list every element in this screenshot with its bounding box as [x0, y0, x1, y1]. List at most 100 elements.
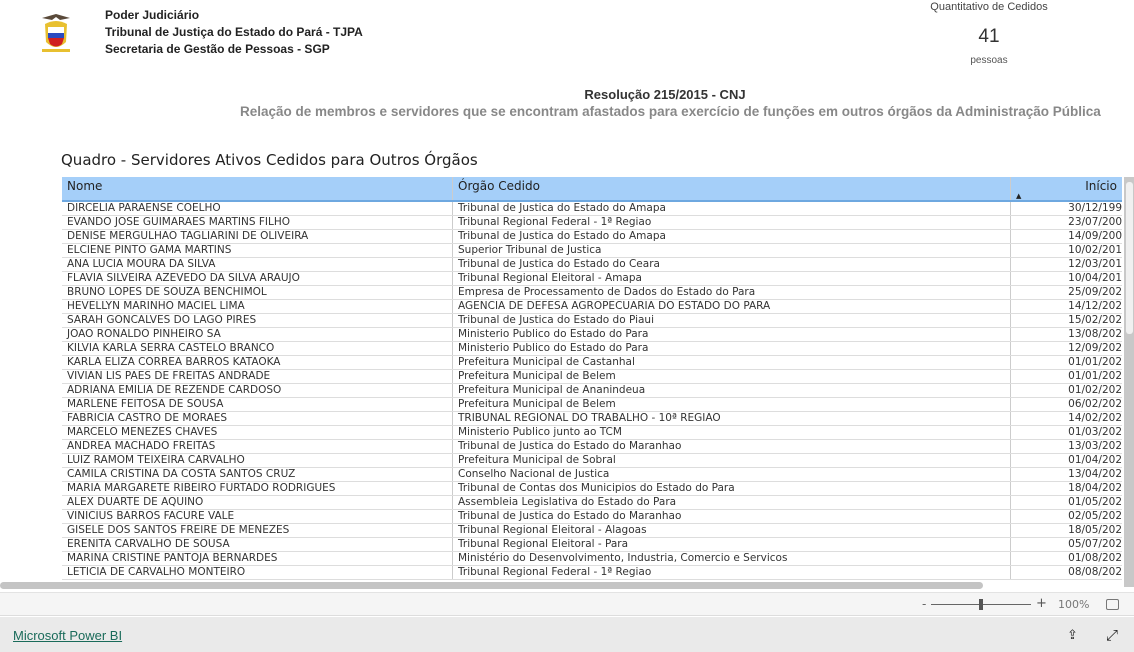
card-value: 41: [978, 26, 1000, 47]
cell-inicio: 01/03/202: [1010, 426, 1122, 439]
cell-nome: GISELE DOS SANTOS FREIRE DE MENEZES: [67, 524, 290, 536]
cell-inicio: 01/08/202: [1010, 552, 1122, 565]
cell-inicio: 02/05/202: [1010, 510, 1122, 523]
table-row[interactable]: LETICIA DE CARVALHO MONTEIRO Tribunal Reg…: [62, 566, 1122, 580]
cell-orgao: Prefeitura Municipal de Ananindeua: [452, 384, 1010, 397]
vertical-scroll-thumb[interactable]: [1126, 182, 1133, 334]
cell-nome: MARCELO MENEZES CHAVES: [67, 426, 218, 438]
cell-inicio: 06/02/202: [1010, 398, 1122, 411]
table-row[interactable]: DENISE MERGULHAO TAGLIARINI DE OLIVEIRA T…: [62, 230, 1122, 244]
cell-orgao: Tribunal Regional Federal - 1ª Regiao: [452, 216, 1010, 229]
cell-inicio: 13/08/202: [1010, 328, 1122, 341]
cell-orgao: Tribunal de Justica do Estado do Ceara: [452, 258, 1010, 271]
table-row[interactable]: EVANDO JOSE GUIMARAES MARTINS FILHO Tribu…: [62, 216, 1122, 230]
cell-orgao: Superior Tribunal de Justica: [452, 244, 1010, 257]
cell-nome: FABRICIA CASTRO DE MORAES: [67, 412, 228, 424]
table-body: DIRCELIA PARAENSE COELHO Tribunal de Just…: [62, 202, 1122, 580]
org-line: Secretaria de Gestão de Pessoas - SGP: [105, 42, 330, 56]
table-row[interactable]: ERENITA CARVALHO DE SOUSA Tribunal Region…: [62, 538, 1122, 552]
table-row[interactable]: MARCELO MENEZES CHAVES Ministerio Publico…: [62, 426, 1122, 440]
cell-inicio: 10/04/201: [1010, 272, 1122, 285]
cell-orgao: Empresa de Processamento de Dados do Est…: [452, 286, 1010, 299]
zoom-in-button[interactable]: +: [1036, 596, 1047, 611]
cell-inicio: 14/02/202: [1010, 412, 1122, 425]
table-row[interactable]: LUIZ RAMOM TEIXEIRA CARVALHO Prefeitura M…: [62, 454, 1122, 468]
cell-nome: EVANDO JOSE GUIMARAES MARTINS FILHO: [67, 216, 291, 228]
fullscreen-icon[interactable]: ⤢: [1106, 626, 1118, 644]
card-title: Quantitativo de Cedidos: [930, 1, 1048, 13]
cell-orgao: Ministerio Publico do Estado do Para: [452, 328, 1010, 341]
cell-inicio: 18/05/202: [1010, 524, 1122, 537]
cell-orgao: Prefeitura Municipal de Belem: [452, 398, 1010, 411]
power-bi-link[interactable]: Microsoft Power BI: [13, 628, 122, 643]
horizontal-scrollbar[interactable]: [0, 582, 983, 589]
table-row[interactable]: ALEX DUARTE DE AQUINO Assembleia Legislat…: [62, 496, 1122, 510]
table-row[interactable]: SARAH GONCALVES DO LAGO PIRES Tribunal de…: [62, 314, 1122, 328]
cell-orgao: Tribunal de Justica do Estado do Piaui: [452, 314, 1010, 327]
table-row[interactable]: VIVIAN LIS PAES DE FREITAS ANDRADE Prefei…: [62, 370, 1122, 384]
table-row[interactable]: MARLENE FEITOSA DE SOUSA Prefeitura Munic…: [62, 398, 1122, 412]
cell-inicio: 25/09/202: [1010, 286, 1122, 299]
table-row[interactable]: FABRICIA CASTRO DE MORAES TRIBUNAL REGION…: [62, 412, 1122, 426]
column-header-orgao[interactable]: Órgão Cedido: [452, 177, 1010, 200]
cell-inicio: 14/09/200: [1010, 230, 1122, 243]
cell-nome: ANDREA MACHADO FREITAS: [67, 440, 216, 452]
cell-inicio: 12/09/202: [1010, 342, 1122, 355]
cell-orgao: Tribunal de Contas dos Municipios do Est…: [452, 482, 1010, 495]
footer-bar: [0, 617, 1134, 652]
cell-nome: VIVIAN LIS PAES DE FREITAS ANDRADE: [67, 370, 271, 382]
cell-orgao: Tribunal Regional Eleitoral - Amapa: [452, 272, 1010, 285]
table-header: Nome Órgão Cedido Início ▲: [62, 177, 1122, 202]
cell-nome: DENISE MERGULHAO TAGLIARINI DE OLIVEIRA: [67, 230, 309, 242]
cell-inicio: 13/03/202: [1010, 440, 1122, 453]
column-header-label: Início: [1085, 179, 1117, 193]
card-unit: pessoas: [970, 55, 1008, 66]
table-row[interactable]: MARINA CRISTINE PANTOJA BERNARDES Ministé…: [62, 552, 1122, 566]
table-row[interactable]: HEVELLYN MARINHO MACIEL LIMA AGENCIA DE D…: [62, 300, 1122, 314]
table-row[interactable]: FLAVIA SILVEIRA AZEVEDO DA SILVA ARAUJO T…: [62, 272, 1122, 286]
zoom-out-button[interactable]: -: [922, 597, 926, 611]
zoom-slider-handle[interactable]: [979, 599, 983, 610]
table-row[interactable]: GISELE DOS SANTOS FREIRE DE MENEZES Tribu…: [62, 524, 1122, 538]
table-row[interactable]: KILVIA KARLA SERRA CASTELO BRANCO Ministe…: [62, 342, 1122, 356]
table-row[interactable]: ANDREA MACHADO FREITAS Tribunal de Justic…: [62, 440, 1122, 454]
cell-inicio: 05/07/202: [1010, 538, 1122, 551]
cell-orgao: TRIBUNAL REGIONAL DO TRABALHO - 10ª REGI…: [452, 412, 1010, 425]
cell-nome: KILVIA KARLA SERRA CASTELO BRANCO: [67, 342, 275, 354]
cell-nome: LETICIA DE CARVALHO MONTEIRO: [67, 566, 246, 578]
cell-orgao: Ministério do Desenvolvimento, Industria…: [452, 552, 1010, 565]
cell-nome: LUIZ RAMOM TEIXEIRA CARVALHO: [67, 454, 245, 466]
table-row[interactable]: CAMILA CRISTINA DA COSTA SANTOS CRUZ Cons…: [62, 468, 1122, 482]
tjpa-logo: [42, 14, 70, 52]
table-row[interactable]: DIRCELIA PARAENSE COELHO Tribunal de Just…: [62, 202, 1122, 216]
cell-inicio: 13/04/202: [1010, 468, 1122, 481]
table-row[interactable]: ELCIENE PINTO GAMA MARTINS Superior Tribu…: [62, 244, 1122, 258]
org-line: Poder Judiciário: [105, 8, 200, 22]
cell-inicio: 10/02/201: [1010, 244, 1122, 257]
column-header-inicio[interactable]: Início ▲: [1010, 177, 1122, 200]
table-row[interactable]: KARLA ELIZA CORREA BARROS KATAOKA Prefeit…: [62, 356, 1122, 370]
cell-orgao: Prefeitura Municipal de Castanhal: [452, 356, 1010, 369]
cell-orgao: Ministerio Publico junto ao TCM: [452, 426, 1010, 439]
cell-inicio: 01/01/202: [1010, 356, 1122, 369]
cell-orgao: Tribunal de Justica do Estado do Maranha…: [452, 510, 1010, 523]
table-title: Quadro - Servidores Ativos Cedidos para …: [61, 151, 478, 169]
cell-nome: CAMILA CRISTINA DA COSTA SANTOS CRUZ: [67, 468, 296, 480]
cell-orgao: Prefeitura Municipal de Sobral: [452, 454, 1010, 467]
share-icon[interactable]: ⇪: [1067, 628, 1078, 643]
fit-to-page-icon[interactable]: [1106, 599, 1119, 610]
table-row[interactable]: BRUNO LOPES DE SOUZA BENCHIMOL Empresa de…: [62, 286, 1122, 300]
table-row[interactable]: VINICIUS BARROS FACURE VALE Tribunal de J…: [62, 510, 1122, 524]
cell-orgao: Tribunal de Justica do Estado do Amapa: [452, 202, 1010, 215]
cell-nome: JOAO RONALDO PINHEIRO SA: [67, 328, 221, 340]
cell-orgao: Ministerio Publico do Estado do Para: [452, 342, 1010, 355]
table-row[interactable]: ANA LUCIA MOURA DA SILVA Tribunal de Just…: [62, 258, 1122, 272]
count-card: Quantitativo de Cedidos 41 pessoas: [918, 0, 1060, 66]
cell-nome: SARAH GONCALVES DO LAGO PIRES: [67, 314, 257, 326]
table-row[interactable]: ADRIANA EMILIA DE REZENDE CARDOSO Prefeit…: [62, 384, 1122, 398]
table-row[interactable]: JOAO RONALDO PINHEIRO SA Ministerio Publi…: [62, 328, 1122, 342]
cell-nome: KARLA ELIZA CORREA BARROS KATAOKA: [67, 356, 281, 368]
column-header-nome[interactable]: Nome: [62, 177, 452, 200]
table-row[interactable]: MARIA MARGARETE RIBEIRO FURTADO RODRIGUE…: [62, 482, 1122, 496]
cell-inicio: 12/03/201: [1010, 258, 1122, 271]
